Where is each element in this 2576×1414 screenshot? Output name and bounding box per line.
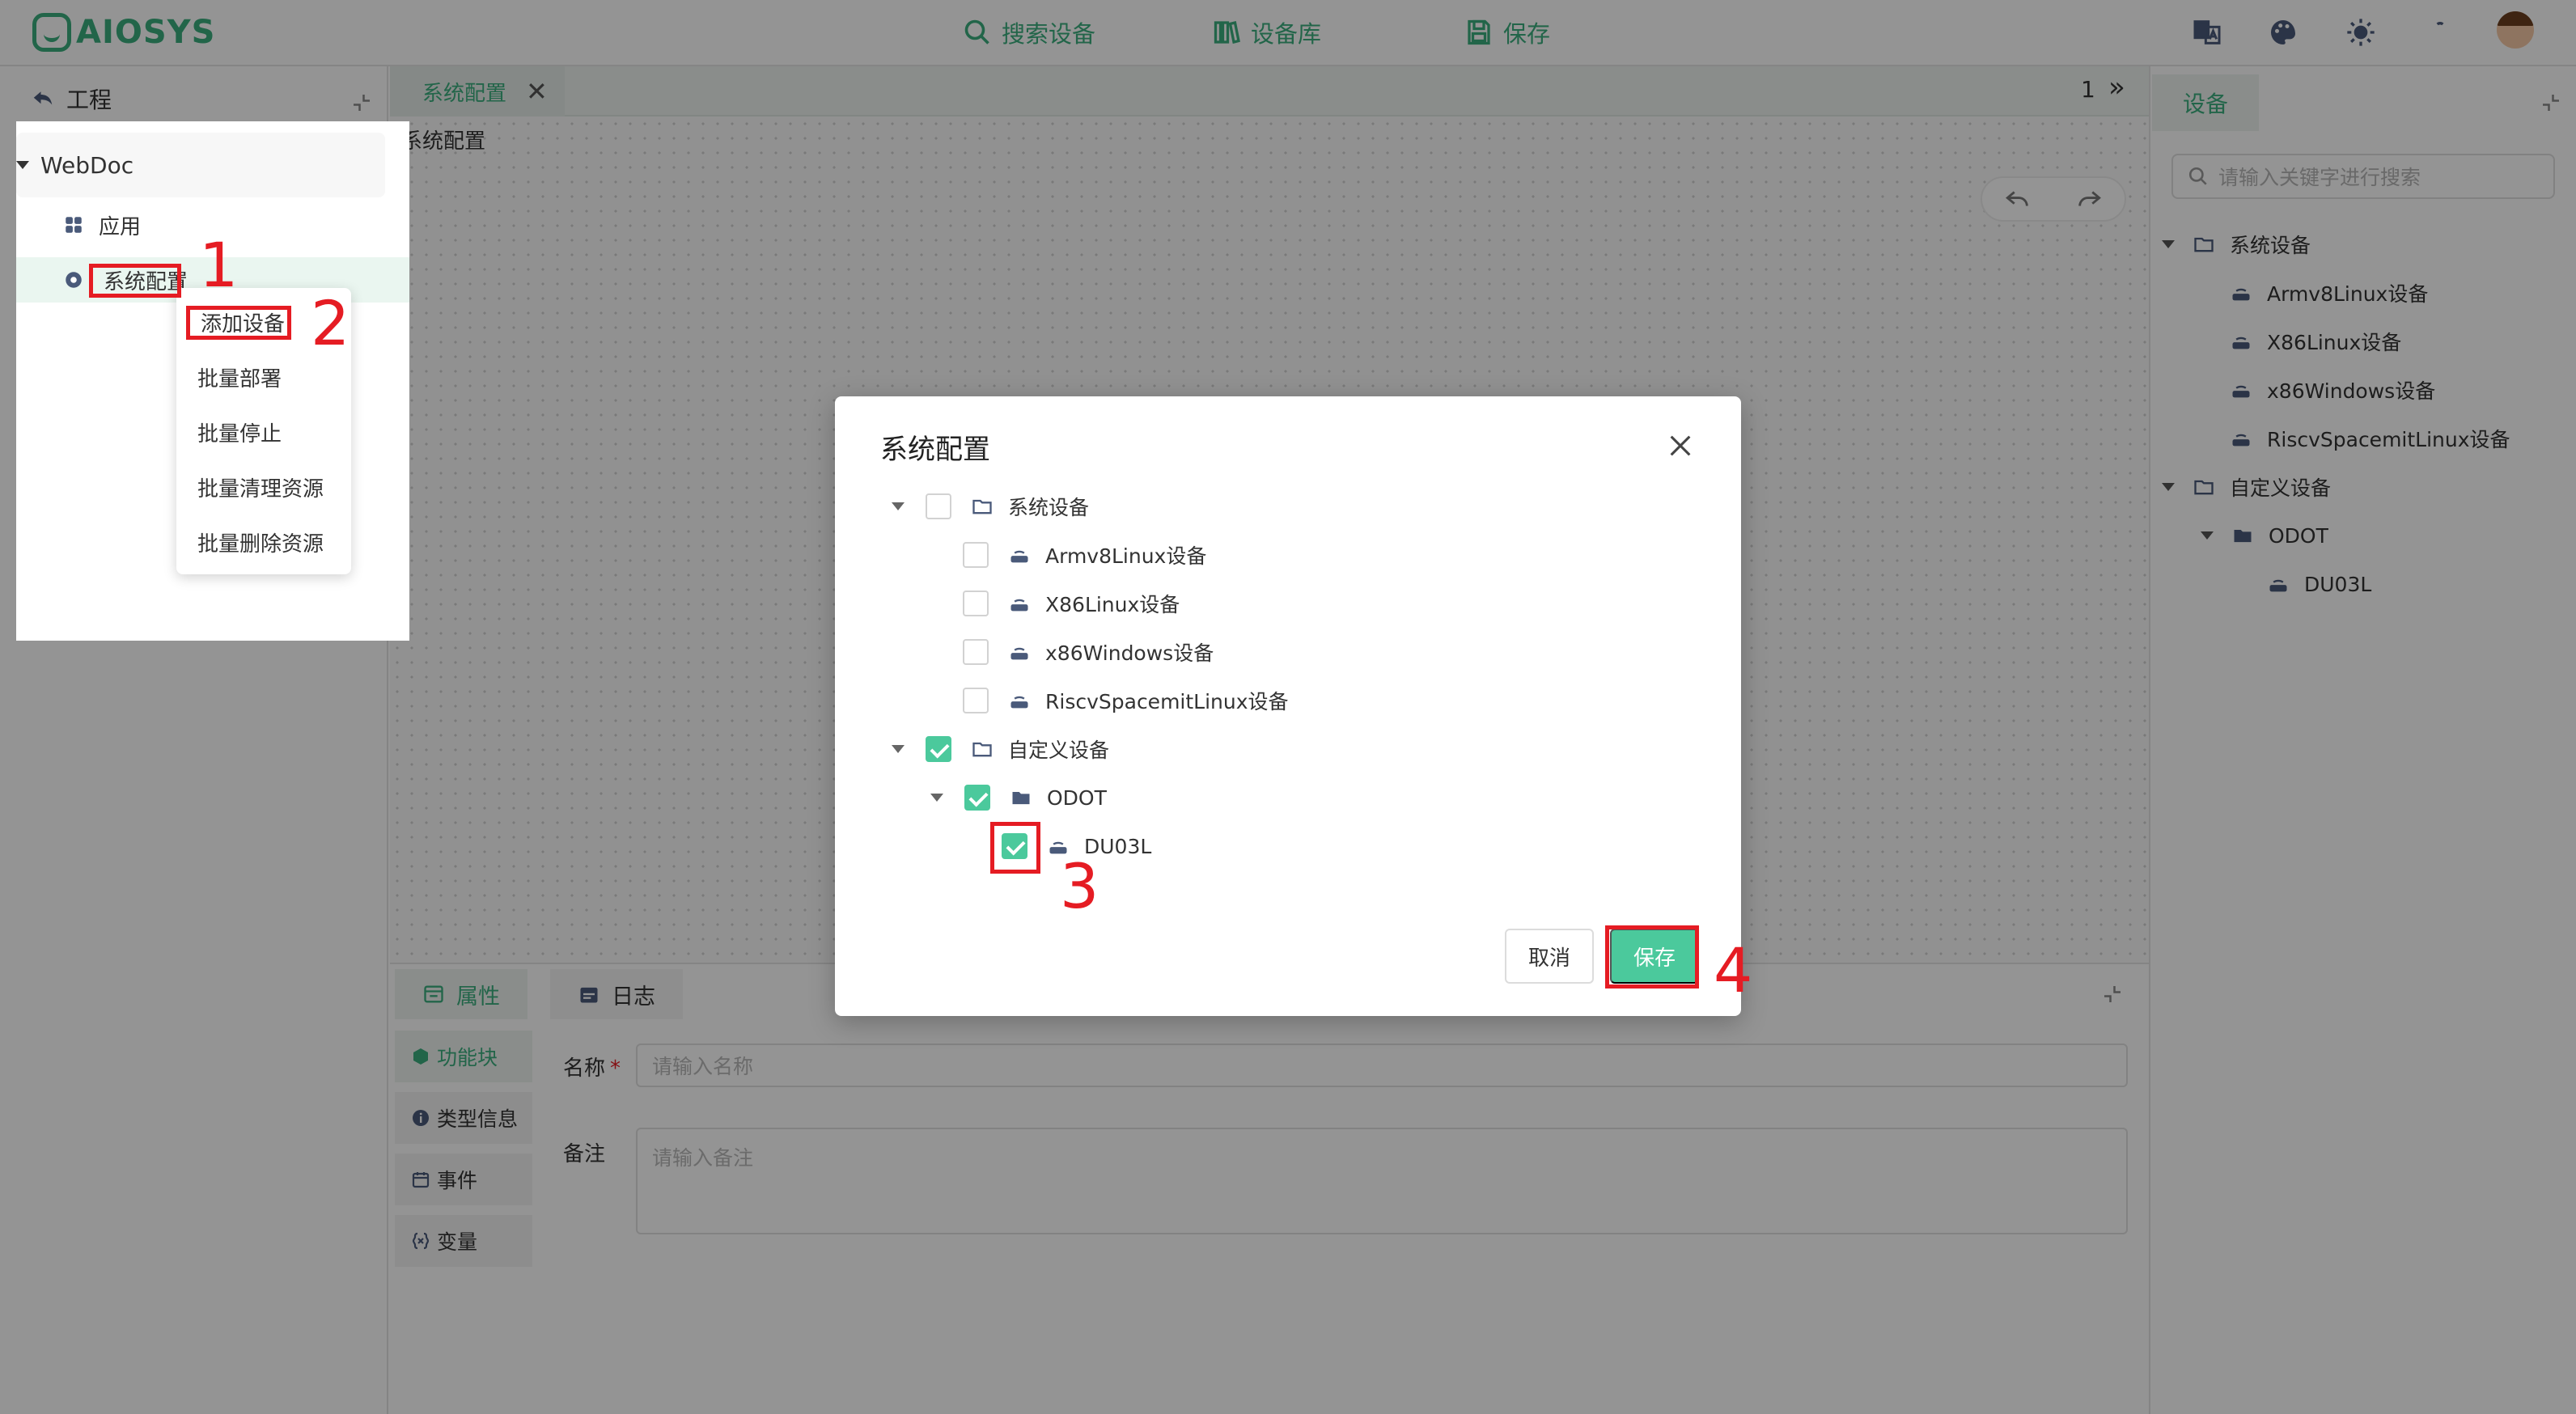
- annotation-box-4: [1605, 925, 1699, 989]
- menu-batch-deploy[interactable]: 批量部署: [197, 362, 282, 392]
- dialog-device-x86windows[interactable]: x86Windows设备: [963, 628, 1214, 676]
- dialog-group-system-devices[interactable]: 系统设备: [892, 482, 1089, 531]
- menu-batch-clean[interactable]: 批量清理资源: [197, 472, 324, 502]
- checkbox-armv8[interactable]: [963, 542, 989, 568]
- dialog-device-armv8[interactable]: Armv8Linux设备: [963, 531, 1206, 579]
- dialog-title: 系统配置: [880, 434, 990, 466]
- dialog-group-system-label: 系统设备: [1008, 496, 1090, 519]
- tree-item-app-label: 应用: [99, 214, 142, 239]
- annotation-number-3: 3: [1060, 850, 1099, 922]
- dialog-device-x86linux[interactable]: X86Linux设备: [963, 579, 1180, 628]
- dialog-device-x86windows-label: x86Windows设备: [1045, 641, 1214, 665]
- caret-down-icon: [892, 745, 905, 753]
- dialog-group-custom-label: 自定义设备: [1008, 739, 1110, 762]
- dialog-device-x86linux-label: X86Linux设备: [1045, 593, 1180, 616]
- annotation-box-2: [186, 306, 291, 340]
- menu-batch-delete[interactable]: 批量删除资源: [197, 527, 324, 557]
- annotation-number-4: 4: [1714, 934, 1753, 1006]
- annotation-box-3: [990, 822, 1040, 874]
- checkbox-x86linux[interactable]: [963, 591, 989, 616]
- checkbox-x86windows[interactable]: [963, 639, 989, 665]
- caret-down-icon: [16, 161, 29, 169]
- caret-down-icon: [892, 502, 905, 510]
- dialog-folder-odot[interactable]: ODOT: [930, 773, 1107, 822]
- router-icon: [1010, 696, 1028, 709]
- folder-open-icon: [972, 742, 992, 757]
- checkbox-odot[interactable]: [964, 785, 990, 811]
- router-icon: [1010, 550, 1028, 563]
- close-icon[interactable]: [1667, 432, 1694, 459]
- cancel-button[interactable]: 取消: [1505, 929, 1594, 984]
- gear-icon: [66, 272, 82, 288]
- dialog-device-armv8-label: Armv8Linux设备: [1045, 544, 1207, 568]
- caret-down-icon: [930, 794, 943, 802]
- dialog-group-custom-devices[interactable]: 自定义设备: [892, 725, 1109, 773]
- router-icon: [1010, 599, 1028, 612]
- folder-icon: [1012, 792, 1030, 805]
- dialog-device-riscv-label: RiscvSpacemitLinux设备: [1045, 690, 1289, 713]
- annotation-number-1: 1: [199, 229, 239, 301]
- checkbox-custom-devices[interactable]: [926, 736, 951, 762]
- checkbox-riscv[interactable]: [963, 688, 989, 713]
- annotation-number-2: 2: [311, 287, 350, 359]
- dialog-device-riscv[interactable]: RiscvSpacemitLinux设备: [963, 676, 1289, 725]
- tree-root-label: WebDoc: [40, 151, 134, 179]
- folder-open-icon: [972, 499, 992, 514]
- tree-root-webdoc-highlight[interactable]: WebDoc: [16, 133, 385, 197]
- apps-icon: [66, 217, 82, 233]
- dialog-folder-odot-label: ODOT: [1047, 785, 1107, 810]
- annotation-box-1: [89, 264, 181, 298]
- router-icon: [1010, 647, 1028, 660]
- menu-batch-stop[interactable]: 批量停止: [197, 417, 282, 447]
- checkbox-system-devices[interactable]: [926, 493, 951, 519]
